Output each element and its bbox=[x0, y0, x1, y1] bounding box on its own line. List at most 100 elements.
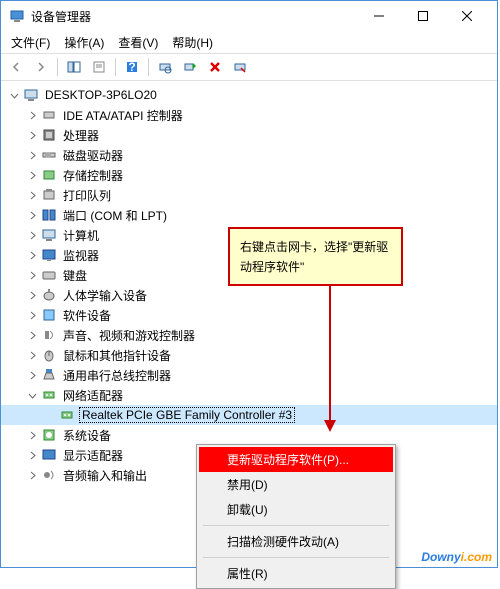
tree-category[interactable]: 打印队列 bbox=[1, 185, 497, 205]
expand-icon[interactable] bbox=[25, 468, 39, 482]
tree-category[interactable]: IDE ATA/ATAPI 控制器 bbox=[1, 105, 497, 125]
ctx-uninstall[interactable]: 卸载(U) bbox=[199, 497, 393, 522]
expand-icon[interactable] bbox=[25, 268, 39, 282]
tree-category[interactable]: 软件设备 bbox=[1, 305, 497, 325]
update-driver-button[interactable] bbox=[179, 56, 201, 78]
tree-label: 网络适配器 bbox=[61, 387, 125, 404]
tree-label: DESKTOP-3P6LO20 bbox=[43, 88, 159, 102]
tree-category[interactable]: 通用串行总线控制器 bbox=[1, 365, 497, 385]
expand-icon[interactable] bbox=[25, 388, 39, 402]
category-icon bbox=[41, 467, 57, 483]
tree-category[interactable]: 系统设备 bbox=[1, 425, 497, 445]
watermark-text: i.com bbox=[461, 550, 492, 564]
category-icon bbox=[41, 127, 57, 143]
instruction-callout: 右键点击网卡，选择"更新驱动程序软件" bbox=[228, 227, 403, 286]
category-icon bbox=[41, 427, 57, 443]
expand-icon[interactable] bbox=[25, 368, 39, 382]
tree-label: 监视器 bbox=[61, 247, 101, 264]
ctx-disable[interactable]: 禁用(D) bbox=[199, 472, 393, 497]
network-adapter-icon bbox=[59, 407, 75, 423]
ctx-properties[interactable]: 属性(R) bbox=[199, 561, 393, 586]
separator bbox=[57, 58, 58, 76]
expand-icon[interactable] bbox=[25, 248, 39, 262]
computer-icon bbox=[23, 87, 39, 103]
tree-category[interactable]: 声音、视频和游戏控制器 bbox=[1, 325, 497, 345]
expand-icon[interactable] bbox=[25, 308, 39, 322]
titlebar: 设备管理器 bbox=[1, 1, 497, 31]
expand-icon[interactable] bbox=[25, 148, 39, 162]
category-icon bbox=[41, 227, 57, 243]
tree-category[interactable]: 网络适配器 bbox=[1, 385, 497, 405]
menu-file[interactable]: 文件(F) bbox=[5, 32, 56, 53]
tree-label: 打印队列 bbox=[61, 187, 113, 204]
callout-text: 右键点击网卡，选择"更新驱动程序软件" bbox=[240, 240, 388, 274]
expand-icon[interactable] bbox=[25, 328, 39, 342]
context-menu: 更新驱动程序软件(P)... 禁用(D) 卸载(U) 扫描检测硬件改动(A) 属… bbox=[196, 444, 396, 589]
expand-icon[interactable] bbox=[25, 448, 39, 462]
window-title: 设备管理器 bbox=[31, 8, 357, 25]
forward-button[interactable] bbox=[30, 56, 52, 78]
menubar: 文件(F) 操作(A) 查看(V) 帮助(H) bbox=[1, 31, 497, 53]
separator bbox=[203, 525, 389, 526]
category-icon bbox=[41, 107, 57, 123]
maximize-button[interactable] bbox=[401, 1, 445, 31]
tree-category[interactable]: 存储控制器 bbox=[1, 165, 497, 185]
tree-label: 系统设备 bbox=[61, 427, 113, 444]
separator bbox=[203, 557, 389, 558]
menu-action[interactable]: 操作(A) bbox=[58, 32, 110, 53]
tree-label: 通用串行总线控制器 bbox=[61, 367, 173, 384]
tree-category[interactable]: 端口 (COM 和 LPT) bbox=[1, 205, 497, 225]
tree-category[interactable]: 鼠标和其他指针设备 bbox=[1, 345, 497, 365]
tree-label: 软件设备 bbox=[61, 307, 113, 324]
expand-icon[interactable] bbox=[25, 108, 39, 122]
svg-text:?: ? bbox=[128, 60, 135, 74]
tree-root[interactable]: DESKTOP-3P6LO20 bbox=[1, 85, 497, 105]
expand-icon[interactable] bbox=[25, 288, 39, 302]
expand-icon[interactable] bbox=[25, 228, 39, 242]
minimize-button[interactable] bbox=[357, 1, 401, 31]
category-icon bbox=[41, 387, 57, 403]
expand-icon[interactable] bbox=[25, 168, 39, 182]
separator bbox=[115, 58, 116, 76]
ctx-scan[interactable]: 扫描检测硬件改动(A) bbox=[199, 529, 393, 554]
show-hide-tree-button[interactable] bbox=[63, 56, 85, 78]
tree-label: 键盘 bbox=[61, 267, 89, 284]
tree-category[interactable]: 处理器 bbox=[1, 125, 497, 145]
watermark-text: Downy bbox=[421, 550, 460, 564]
back-button[interactable] bbox=[5, 56, 27, 78]
arrow-icon bbox=[320, 282, 340, 432]
collapse-icon[interactable] bbox=[7, 88, 21, 102]
category-icon bbox=[41, 287, 57, 303]
menu-view[interactable]: 查看(V) bbox=[112, 32, 164, 53]
tree-device-selected[interactable]: Realtek PCIe GBE Family Controller #3 bbox=[1, 405, 497, 425]
expand-icon[interactable] bbox=[25, 428, 39, 442]
ctx-update-driver[interactable]: 更新驱动程序软件(P)... bbox=[199, 447, 393, 472]
menu-help[interactable]: 帮助(H) bbox=[166, 32, 219, 53]
category-icon bbox=[41, 447, 57, 463]
tree-label: 磁盘驱动器 bbox=[61, 147, 125, 164]
expand-icon[interactable] bbox=[25, 348, 39, 362]
expand-icon[interactable] bbox=[25, 128, 39, 142]
help-button[interactable]: ? bbox=[121, 56, 143, 78]
properties-button[interactable] bbox=[88, 56, 110, 78]
tree-category[interactable]: 磁盘驱动器 bbox=[1, 145, 497, 165]
category-icon bbox=[41, 247, 57, 263]
category-icon bbox=[41, 367, 57, 383]
category-icon bbox=[41, 167, 57, 183]
expand-icon[interactable] bbox=[25, 208, 39, 222]
disable-button[interactable] bbox=[229, 56, 251, 78]
separator bbox=[148, 58, 149, 76]
tree-label: IDE ATA/ATAPI 控制器 bbox=[61, 107, 185, 124]
tree-label: 音频输入和输出 bbox=[61, 467, 149, 484]
toolbar: ? bbox=[1, 53, 497, 81]
tree-label: 存储控制器 bbox=[61, 167, 125, 184]
category-icon bbox=[41, 307, 57, 323]
close-button[interactable] bbox=[445, 1, 489, 31]
uninstall-button[interactable] bbox=[204, 56, 226, 78]
expand-icon[interactable] bbox=[25, 188, 39, 202]
tree-label: 声音、视频和游戏控制器 bbox=[61, 327, 197, 344]
category-icon bbox=[41, 147, 57, 163]
scan-hardware-button[interactable] bbox=[154, 56, 176, 78]
tree-category[interactable]: 人体学输入设备 bbox=[1, 285, 497, 305]
category-icon bbox=[41, 267, 57, 283]
